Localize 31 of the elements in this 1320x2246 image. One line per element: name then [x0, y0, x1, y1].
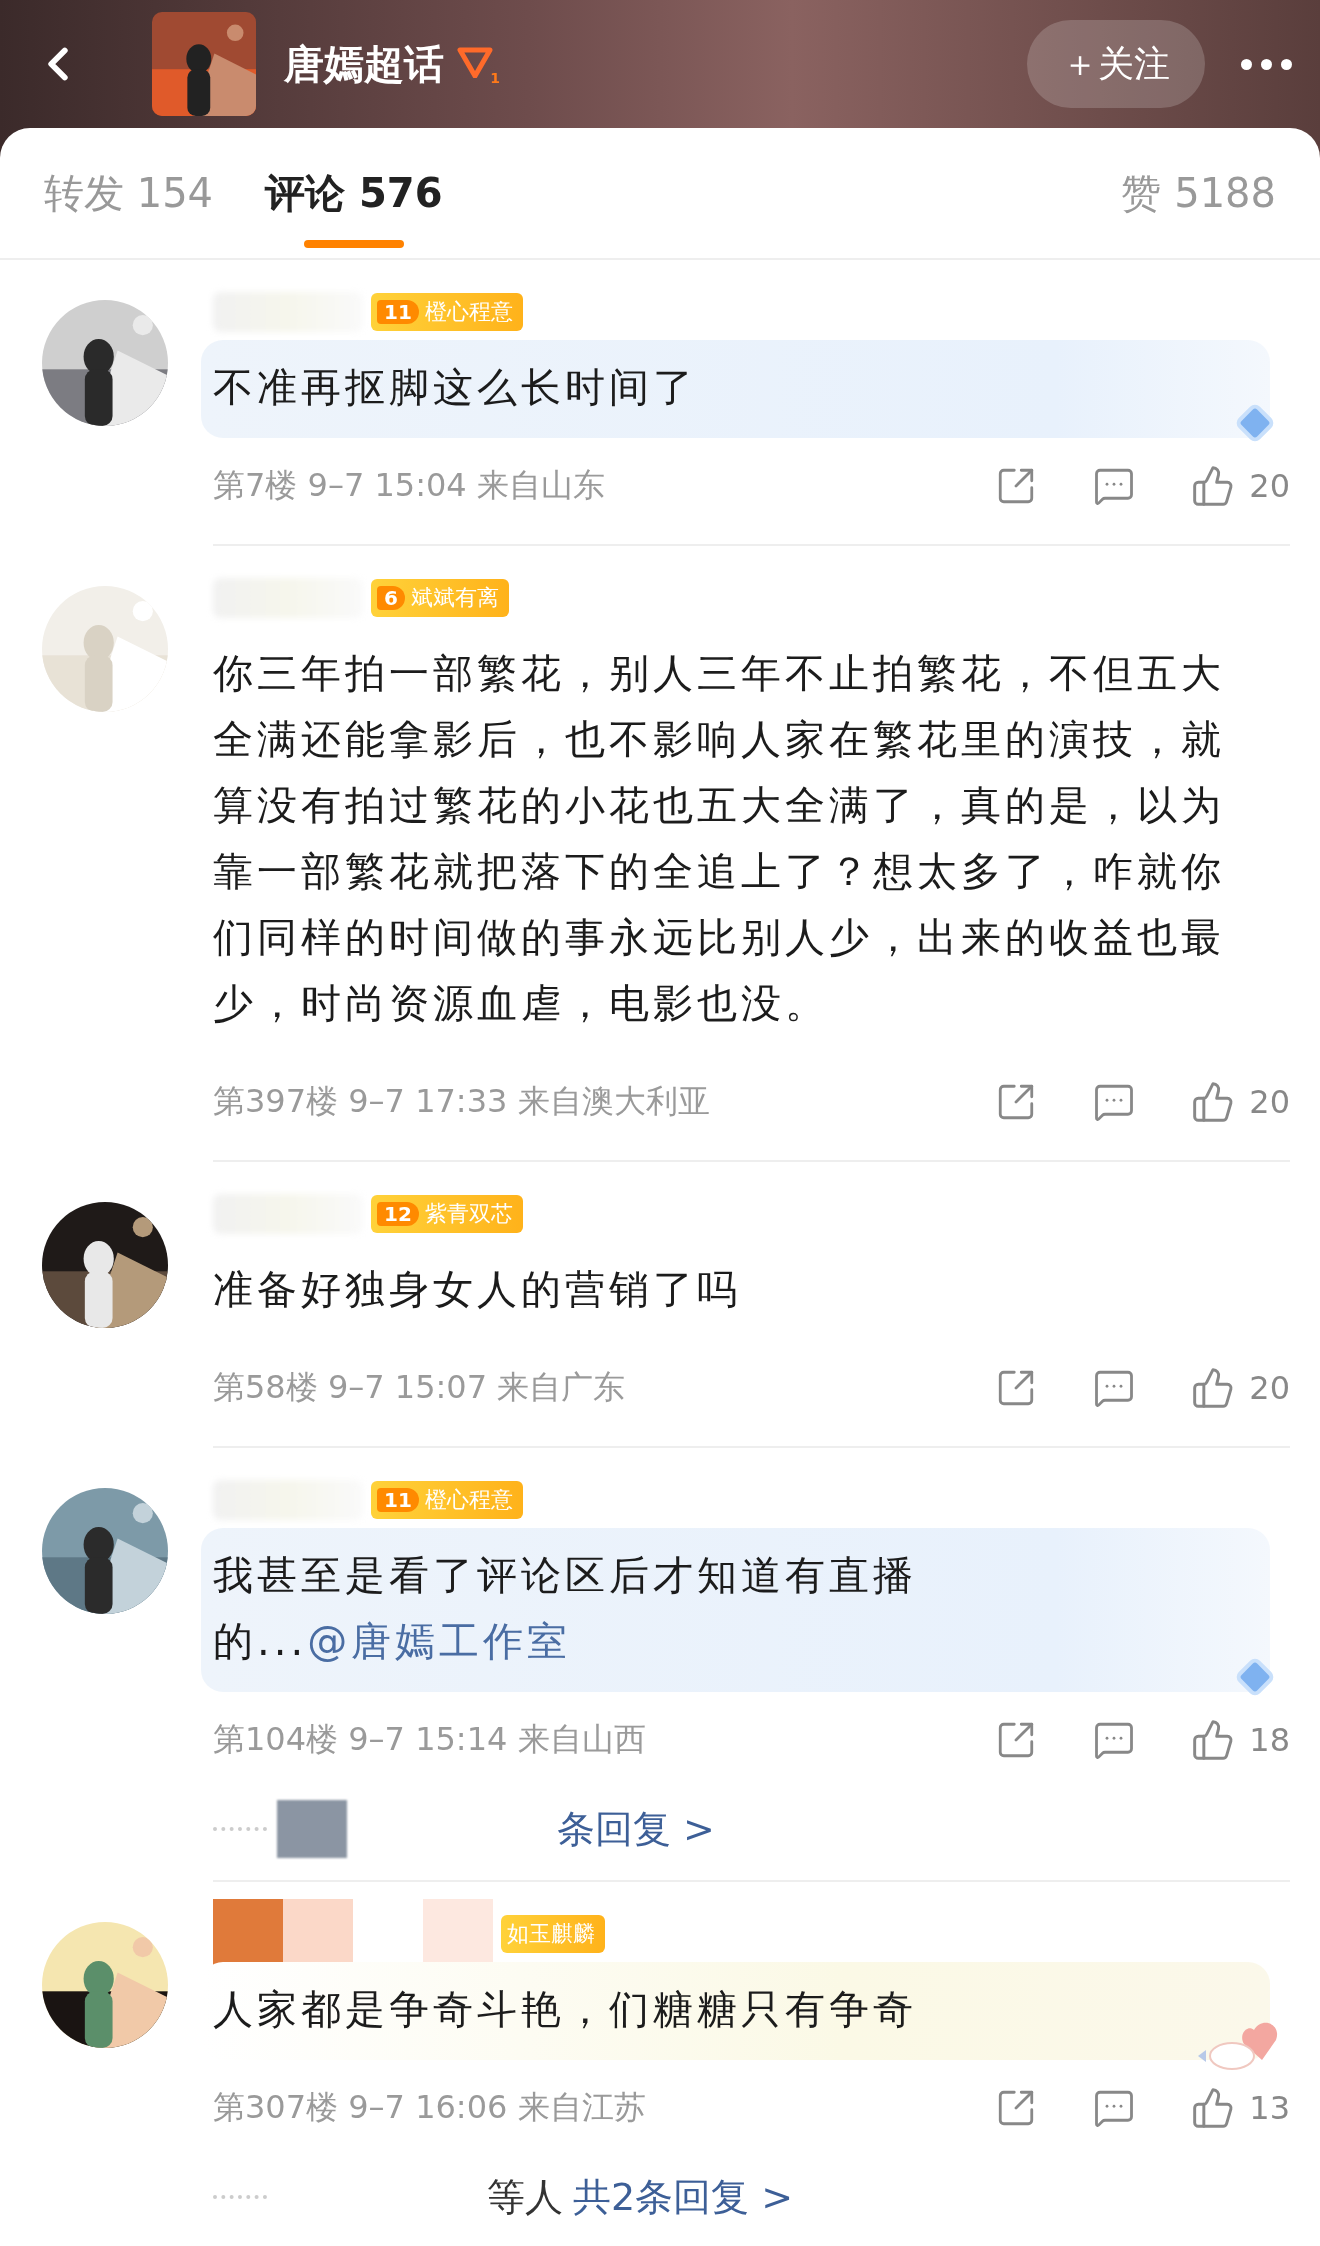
- replies-link[interactable]: 共2条回复 >: [573, 2171, 794, 2223]
- like-button[interactable]: 20: [1191, 464, 1290, 508]
- comment-meta: 第7楼 9–7 15:04 来自山东: [213, 465, 605, 506]
- more-button[interactable]: [1241, 58, 1292, 70]
- comment-text: 我甚至是看了评论区后才知道有直播的...@唐嫣工作室: [213, 1551, 918, 1666]
- like-button[interactable]: 20: [1191, 1080, 1290, 1124]
- like-button[interactable]: 20: [1191, 1366, 1290, 1410]
- reply-users: 等人: [487, 2173, 563, 2221]
- fan-badge: 12 紫青双芯: [371, 1195, 523, 1233]
- fan-badge: 11 橙心程意: [371, 1481, 523, 1519]
- comment-meta: 第58楼 9–7 15:07 来自广东: [213, 1367, 626, 1408]
- like-count[interactable]: 赞 5188: [1121, 165, 1276, 221]
- comment-meta: 第397楼 9–7 17:33 来自澳大利亚: [213, 1081, 710, 1122]
- comment-meta: 第104楼 9–7 15:14 来自山西: [213, 1719, 646, 1760]
- topic-title: 唐嫣超话: [284, 39, 444, 89]
- fan-badge: 11 橙心程意: [371, 293, 523, 331]
- fan-badge: 6 斌斌有离: [371, 579, 509, 617]
- blurred-avatar: [277, 1800, 347, 1858]
- fan-badge: 如玉麒麟: [501, 1915, 605, 1953]
- mention-link[interactable]: @唐嫣工作室: [307, 1618, 572, 1664]
- like-button[interactable]: 18: [1191, 1718, 1290, 1762]
- tab[interactable]: 转发 154: [44, 128, 214, 258]
- tab[interactable]: 评论 576: [265, 128, 443, 258]
- comment-text: 不准再抠脚这么长时间了: [213, 363, 698, 412]
- replies-link[interactable]: 条回复 >: [557, 1803, 715, 1855]
- follow-button[interactable]: ＋关注: [1027, 20, 1205, 108]
- like-button[interactable]: 13: [1191, 2086, 1290, 2130]
- comment-text: 你三年拍一部繁花，别人三年不止拍繁花，不但五大全满还能拿影后，也不影响人家在繁花里的演技，就算没有拍过繁花的小花也五大全满了，真的是，以为靠一部繁花就把落下的全追上了？想太多了，咋就你们同样的时间做的事永远比别人少，出来的收益也最少，时尚资源血虐，电影也没。: [213, 649, 1226, 1028]
- comment-text: 人家都是争奇斗艳，们糖糖只有争奇: [213, 1985, 918, 2034]
- comment-text: 准备好独身女人的营销了吗: [213, 1265, 742, 1314]
- comment-meta: 第307楼 9–7 16:06 来自江苏: [213, 2087, 646, 2128]
